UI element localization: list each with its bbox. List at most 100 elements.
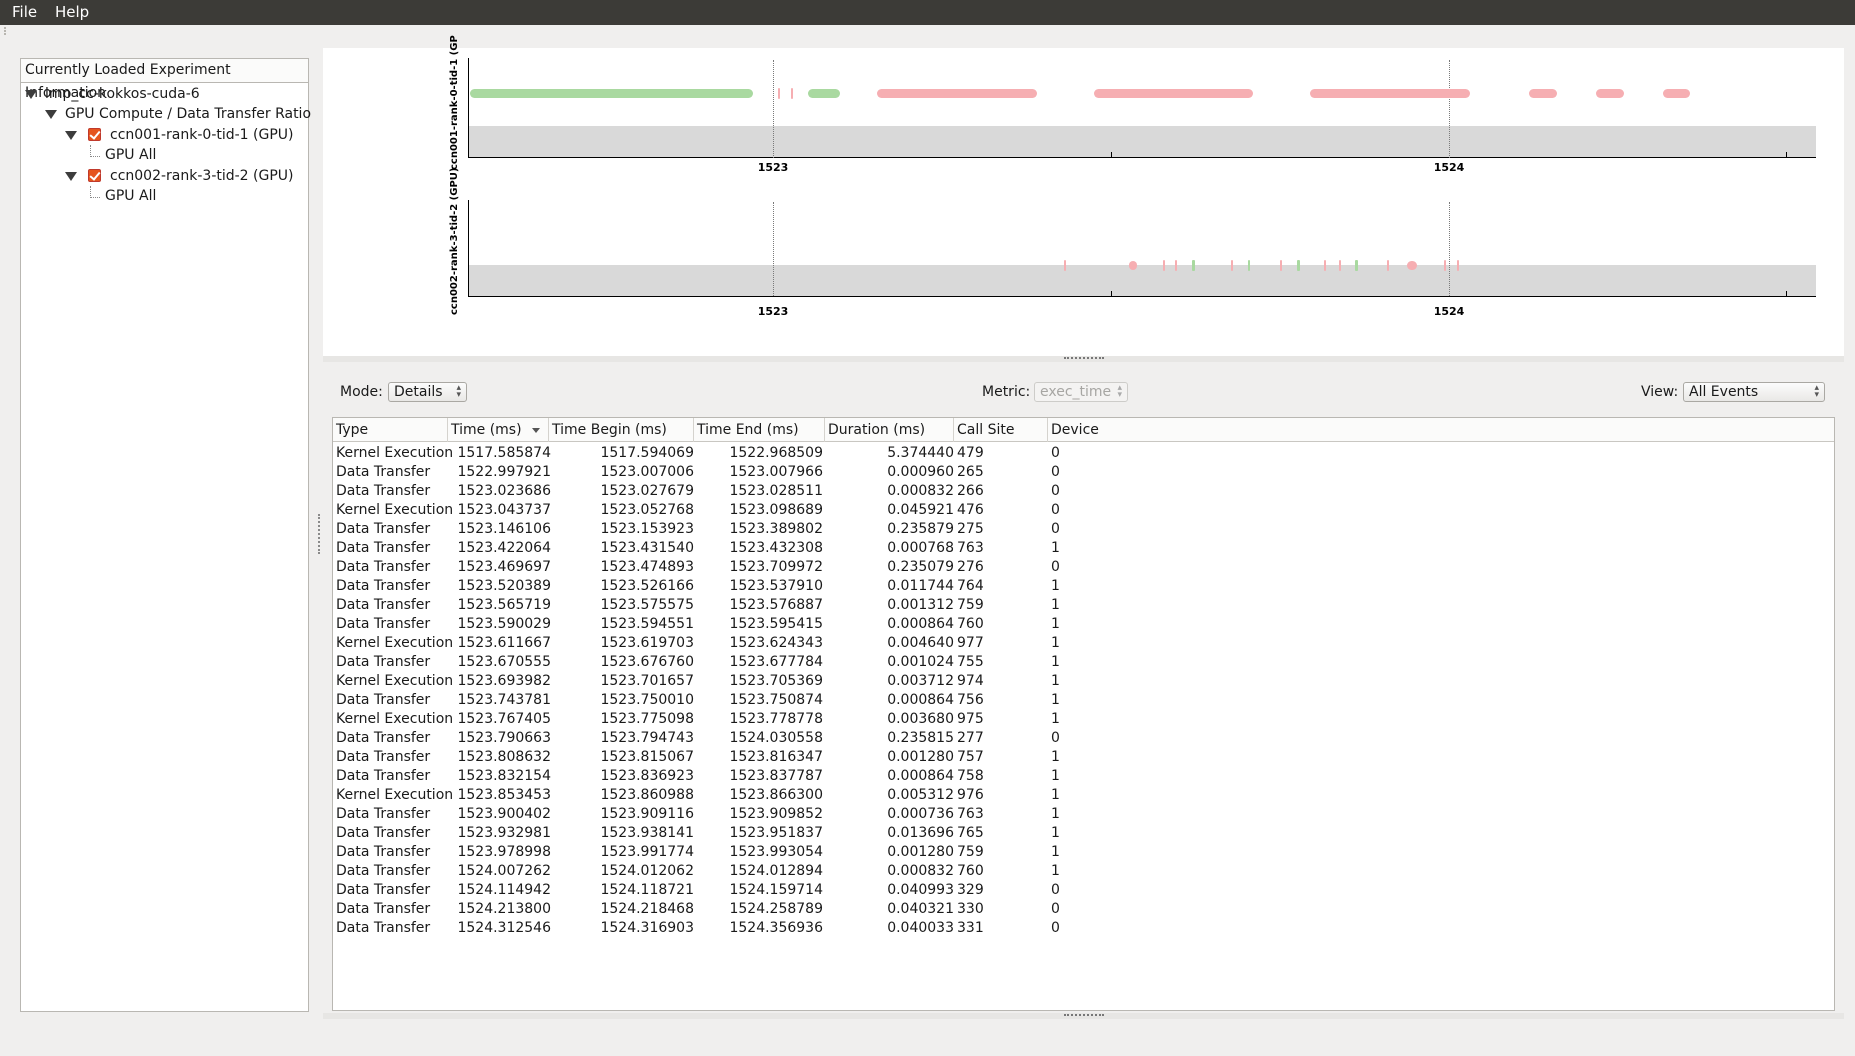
table-row[interactable]: Kernel Execution 1523.853453 1523.860988 15… [333,786,1834,805]
transfer-segment[interactable] [1529,89,1558,98]
metric-select[interactable]: exec_time ▴ ▾ [1034,382,1128,402]
cell-type: Data Transfer [336,521,431,537]
column-header-device[interactable]: Device [1048,418,1834,442]
cell-type: Data Transfer [336,863,431,879]
cell-device: 0 [1051,464,1060,480]
transfer-segment[interactable] [1094,89,1253,98]
column-header-time-begin[interactable]: Time Begin (ms) [549,418,694,442]
cell-type: Data Transfer [336,844,431,860]
cell-duration: 0.011744 [887,578,954,594]
cell-time-end: 1523.007966 [729,464,823,480]
transfer-segment[interactable] [1407,261,1417,270]
transfer-segment[interactable] [1310,89,1470,98]
expand-arrow-icon[interactable] [25,90,37,99]
table-row[interactable]: Data Transfer 1524.007262 1524.012062 1524.… [333,862,1834,881]
cell-duration: 0.235879 [887,521,954,537]
node-2-checkbox[interactable] [88,169,101,182]
table-row[interactable]: Data Transfer 1523.808632 1523.815067 1523.… [333,748,1834,767]
transfer-segment[interactable] [877,89,1037,98]
horizontal-splitter-bottom[interactable] [323,1013,1844,1019]
compute-segment[interactable] [1192,260,1195,271]
table-row[interactable]: Data Transfer 1523.146106 1523.153923 1523.… [333,520,1834,539]
column-header-time[interactable]: Time (ms) [448,418,549,442]
tree-item-node-2-gpu-all[interactable]: GPU All [105,186,156,206]
tree-item-view[interactable]: GPU Compute / Data Transfer Ratio [45,104,311,124]
transfer-segment[interactable] [1128,261,1137,270]
table-row[interactable]: Kernel Execution 1523.693982 1523.701657 15… [333,672,1834,691]
compute-segment[interactable] [1355,260,1359,271]
node-1-checkbox[interactable] [88,128,101,141]
mode-select[interactable]: Details ▴ ▾ [388,382,467,402]
table-row[interactable]: Data Transfer 1524.114942 1524.118721 1524.… [333,881,1834,900]
tree-header[interactable]: Currently Loaded Experiment Information [21,59,308,101]
table-row[interactable]: Data Transfer 1523.743781 1523.750010 1523.… [333,691,1834,710]
cell-call-site: 275 [957,521,984,537]
cell-time: 1523.565719 [457,597,551,613]
table-row[interactable]: Kernel Execution 1517.585874 1517.594069 15… [333,444,1834,463]
compute-segment[interactable] [1296,260,1300,271]
transfer-segment[interactable] [1443,260,1446,271]
compute-segment[interactable] [470,89,753,98]
column-header-call-site[interactable]: Call Site [954,418,1048,442]
transfer-segment[interactable] [1280,260,1282,271]
table-row[interactable]: Data Transfer 1523.900402 1523.909116 1523.… [333,805,1834,824]
view-select[interactable]: All Events ▴ ▾ [1683,382,1825,402]
table-row[interactable]: Data Transfer 1522.997921 1523.007006 1523.… [333,463,1834,482]
timeline-view[interactable]: ccn001-rank-0-tid-1 (GP 1523 1524 ccn002… [323,35,1844,356]
table-row[interactable]: Data Transfer 1523.520389 1523.526166 1523.… [333,577,1834,596]
toolbar-grip[interactable] [4,27,10,35]
transfer-segment[interactable] [1663,89,1691,98]
cell-time-begin: 1523.153923 [600,521,694,537]
table-row[interactable]: Data Transfer 1523.469697 1523.474893 1523.… [333,558,1834,577]
transfer-segment[interactable] [1323,260,1326,271]
table-row[interactable]: Data Transfer 1523.422064 1523.431540 1523.… [333,539,1834,558]
table-row[interactable]: Data Transfer 1523.790663 1523.794743 1524.… [333,729,1834,748]
table-row[interactable]: Data Transfer 1523.590029 1523.594551 1523.… [333,615,1834,634]
transfer-segment[interactable] [1338,260,1341,271]
cell-device: 1 [1051,806,1060,822]
table-row[interactable]: Data Transfer 1523.978998 1523.991774 1523.… [333,843,1834,862]
cell-time-begin: 1523.474893 [600,559,694,575]
transfer-segment[interactable] [1457,260,1460,271]
vertical-splitter-handle[interactable] [318,514,323,554]
tree-item-node-1[interactable]: ccn001-rank-0-tid-1 (GPU) [65,125,305,145]
sort-descending-icon [532,428,540,433]
tree-item-node-1-gpu-all[interactable]: GPU All [105,145,156,165]
cell-type: Data Transfer [336,882,431,898]
cell-time: 1523.832154 [457,768,551,784]
table-row[interactable]: Data Transfer 1523.023686 1523.027679 1523.… [333,482,1834,501]
compute-segment[interactable] [808,89,840,98]
table-row[interactable]: Data Transfer 1524.312546 1524.316903 1524.… [333,919,1834,938]
column-header-time-end[interactable]: Time End (ms) [694,418,825,442]
table-row[interactable]: Data Transfer 1523.832154 1523.836923 1523.… [333,767,1834,786]
transfer-segment[interactable] [1163,260,1166,271]
table-row[interactable]: Kernel Execution 1523.611667 1523.619703 15… [333,634,1834,653]
expand-arrow-icon[interactable] [45,110,57,119]
horizontal-splitter-top[interactable] [323,356,1844,362]
events-table[interactable]: Type Time (ms) Time Begin (ms) Time End … [332,417,1835,1011]
menu-help[interactable]: Help [55,3,89,22]
cell-call-site: 329 [957,882,984,898]
table-row[interactable]: Data Transfer 1523.932981 1523.938141 1523.… [333,824,1834,843]
tree-item-experiment[interactable]: lmp_cc-kokkos-cuda-6 [25,84,305,104]
column-header-type[interactable]: Type [333,418,448,442]
expand-arrow-icon[interactable] [65,172,77,181]
table-row[interactable]: Kernel Execution 1523.767405 1523.775098 15… [333,710,1834,729]
column-header-duration[interactable]: Duration (ms) [825,418,954,442]
transfer-segment[interactable] [1596,89,1625,98]
table-row[interactable]: Kernel Execution 1523.043737 1523.052768 15… [333,501,1834,520]
transfer-segment[interactable] [1175,260,1178,271]
tree-item-node-2[interactable]: ccn002-rank-3-tid-2 (GPU) [65,166,305,186]
cell-device: 0 [1051,920,1060,936]
track-2-gridline [773,202,774,296]
table-row[interactable]: Data Transfer 1524.213800 1524.218468 1524.… [333,900,1834,919]
transfer-segment[interactable] [791,88,794,99]
table-row[interactable]: Data Transfer 1523.565719 1523.575575 1523.… [333,596,1834,615]
menu-file[interactable]: File [12,3,37,22]
transfer-segment[interactable] [777,88,780,99]
table-row[interactable]: Data Transfer 1523.670555 1523.676760 1523.… [333,653,1834,672]
expand-arrow-icon[interactable] [65,131,77,140]
compute-segment[interactable] [1247,260,1250,271]
transfer-segment[interactable] [1230,260,1233,271]
cell-type: Kernel Execution [336,673,454,689]
